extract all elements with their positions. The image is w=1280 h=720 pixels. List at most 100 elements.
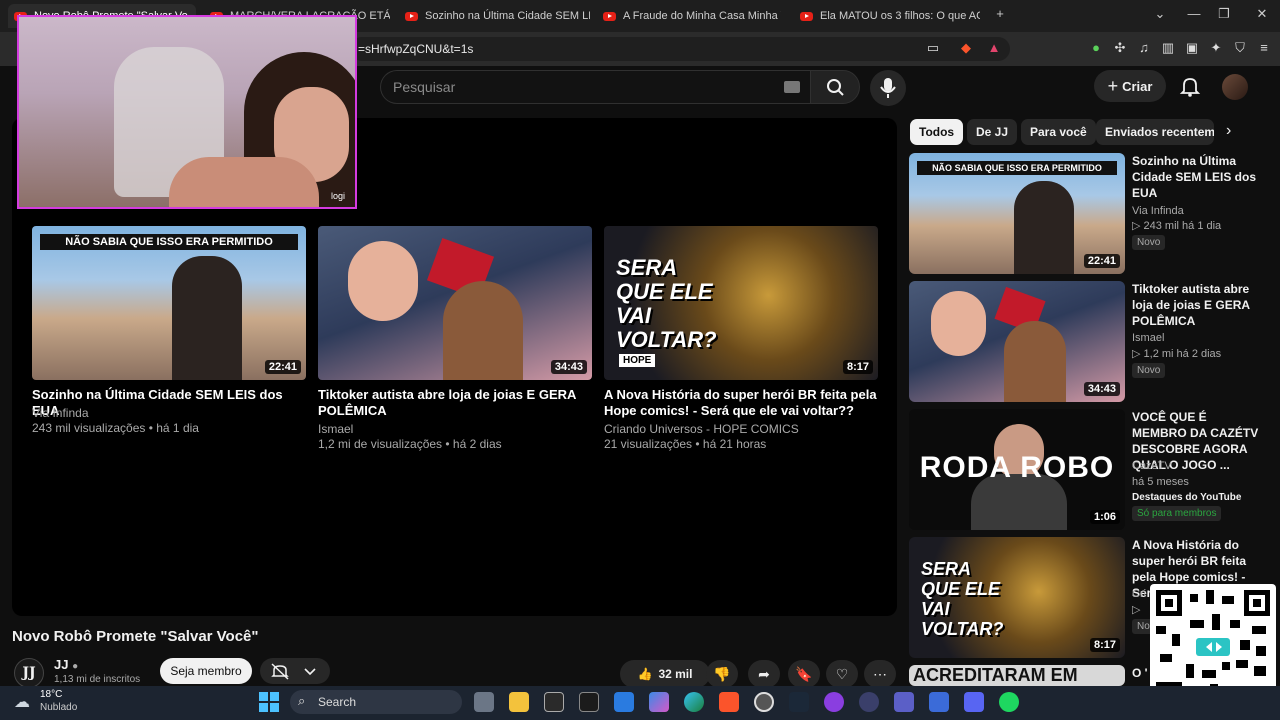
save-button[interactable]: 🔖 <box>788 660 820 688</box>
endscreen-title[interactable]: A Nova História do super herói BR feita … <box>604 387 878 419</box>
minimize-button[interactable]: — <box>1184 6 1204 21</box>
duration-badge: 8:17 <box>1089 638 1120 652</box>
chip-all[interactable]: Todos <box>910 119 964 145</box>
related-channel: Ismael <box>1132 332 1165 344</box>
chip-recent[interactable]: Enviados recentemente <box>1096 119 1214 145</box>
thumbnail-caption: NÃO SABIA QUE ISSO ERA PERMITIDO <box>917 161 1117 175</box>
endscreen-card-1[interactable]: NÃO SABIA QUE ISSO ERA PERMITIDO 22:41 <box>32 226 306 380</box>
endscreen-title[interactable]: Tiktoker autista abre loja de joias E GE… <box>318 387 592 419</box>
taskbar-search[interactable]: ⌕ Search <box>290 690 462 714</box>
windows-start-icon[interactable] <box>258 691 280 713</box>
share-icon: ➦ <box>758 666 770 682</box>
related-thumbnail[interactable]: 34:43 <box>909 281 1125 402</box>
account-avatar[interactable] <box>1222 74 1248 100</box>
bell-icon <box>1179 78 1201 97</box>
face-shape <box>931 291 986 356</box>
notifications-button[interactable] <box>1176 72 1204 100</box>
thanks-button[interactable]: ♡ <box>826 660 858 688</box>
related-thumbnail[interactable]: ACREDITARAM EM <box>909 665 1125 686</box>
obs-icon[interactable] <box>824 692 844 712</box>
spotify-icon[interactable] <box>999 692 1019 712</box>
tab-3[interactable]: Sozinho na Última Cidade SEM LEIS d… <box>405 4 590 28</box>
subscriber-count: 1,13 mi de inscritos <box>54 674 141 685</box>
media-app-icon[interactable] <box>544 692 564 712</box>
webcam-logo-text: logi <box>331 191 346 201</box>
sidebar-icon[interactable]: ▥ <box>1160 40 1176 56</box>
thumbnail-caption: ACREDITARAM EM <box>913 665 1078 685</box>
endscreen-channel: Via Infinda <box>32 406 89 420</box>
thumbnail-caption: SERA QUE ELE VAI VOLTAR? <box>616 255 717 352</box>
channel-name[interactable]: JJ ● <box>54 657 78 672</box>
app-icon[interactable] <box>754 692 774 712</box>
person-shape <box>1004 321 1066 402</box>
voice-search-button[interactable] <box>870 70 906 106</box>
chip-from-channel[interactable]: De JJ <box>967 119 1018 145</box>
tab-label: A Fraude do Minha Casa Minha Vida… <box>623 10 781 22</box>
tab-search-icon[interactable]: ⌄ <box>1150 6 1170 22</box>
search-button[interactable] <box>810 70 860 104</box>
more-icon: ⋯ <box>873 666 887 682</box>
weather-temp[interactable]: 18°C <box>40 689 62 700</box>
epic-games-icon[interactable] <box>579 692 599 712</box>
related-title[interactable]: Sozinho na Última Cidade SEM LEIS dos EU… <box>1132 153 1262 201</box>
extensions-puzzle-icon[interactable]: ✣ <box>1112 40 1128 56</box>
menu-icon[interactable]: ≡ <box>1256 40 1272 56</box>
create-button[interactable]: + Criar <box>1094 70 1166 102</box>
chip-for-you[interactable]: Para você <box>1021 119 1096 145</box>
like-button[interactable]: 👍 32 mil <box>620 660 710 688</box>
endscreen-card-2[interactable]: 34:43 <box>318 226 592 380</box>
share-button[interactable]: ➦ <box>748 660 780 688</box>
discord-icon[interactable] <box>964 692 984 712</box>
brave-shield-icon[interactable]: ◆ <box>958 40 974 56</box>
duration-badge: 22:41 <box>1083 254 1120 268</box>
extension-green-icon[interactable]: ● <box>1088 40 1104 56</box>
endscreen-card-3[interactable]: SERA QUE ELE VAI VOLTAR? HOPE 8:17 <box>604 226 878 380</box>
vpn-icon[interactable]: ⛉ <box>1232 40 1248 56</box>
file-explorer-icon[interactable] <box>509 692 529 712</box>
video-title: Novo Robô Promete "Salvar Você" <box>12 628 259 645</box>
brave-icon[interactable] <box>719 692 739 712</box>
wallet-icon[interactable]: ▣ <box>1184 40 1200 56</box>
maximize-button[interactable]: ❐ <box>1214 6 1234 22</box>
new-tab-button[interactable]: + <box>990 6 1010 21</box>
steam-icon[interactable] <box>789 692 809 712</box>
close-window-button[interactable]: ✕ <box>1252 6 1272 22</box>
cloud-weather-icon[interactable]: ☁ <box>14 692 30 712</box>
tab-label: Sozinho na Última Cidade SEM LEIS d… <box>425 10 590 22</box>
search-input[interactable]: Pesquisar <box>380 70 810 104</box>
join-button[interactable]: Seja membro <box>160 658 252 684</box>
teams-icon[interactable] <box>894 692 914 712</box>
related-title[interactable]: Tiktoker autista abre loja de joias E GE… <box>1132 281 1262 329</box>
tab-4[interactable]: A Fraude do Minha Casa Minha Vida… <box>603 4 781 28</box>
youtube-favicon-icon <box>800 11 813 21</box>
related-thumbnail[interactable]: RODA ROBO 1:06 <box>909 409 1125 530</box>
task-view-icon[interactable] <box>474 692 494 712</box>
search-icon <box>827 79 844 96</box>
shoulder-shape <box>169 157 319 207</box>
edge-icon[interactable] <box>684 692 704 712</box>
keyboard-icon[interactable] <box>784 81 800 93</box>
copilot-icon[interactable] <box>649 692 669 712</box>
more-actions-button[interactable]: ⋯ <box>864 660 896 688</box>
microsoft-store-icon[interactable] <box>614 692 634 712</box>
endscreen-stats: 21 visualizações • há 21 horas <box>604 437 767 451</box>
leo-ai-icon[interactable]: ✦ <box>1208 40 1224 56</box>
app-icon[interactable] <box>859 692 879 712</box>
related-thumbnail[interactable]: SERA QUE ELE VAI VOLTAR? 8:17 <box>909 537 1125 658</box>
subscription-bell-button[interactable] <box>260 658 330 684</box>
related-thumbnail[interactable]: NÃO SABIA QUE ISSO ERA PERMITIDO 22:41 <box>909 153 1125 274</box>
webcam-overlay: logi <box>17 15 357 209</box>
music-icon[interactable]: ♫ <box>1136 40 1152 56</box>
weather-desc: Nublado <box>40 702 78 713</box>
tab-5[interactable]: Ela MATOU os 3 filhos: O que ACONT… <box>800 4 980 28</box>
chevron-right-icon[interactable]: › <box>1226 122 1231 140</box>
dislike-button[interactable]: 👎 <box>706 660 738 688</box>
channel-avatar[interactable]: JJ <box>14 658 44 688</box>
duration-badge: 34:43 <box>1083 382 1120 396</box>
related-stats: há 5 meses <box>1132 476 1189 488</box>
cast-icon[interactable]: ▭ <box>925 40 941 56</box>
thumbs-up-icon: 👍 <box>637 667 653 681</box>
brave-rewards-icon[interactable]: ▲ <box>986 40 1002 56</box>
url-input[interactable]: =sHrfwpZqCNU&t=1s <box>350 37 1010 61</box>
text-app-icon[interactable] <box>929 692 949 712</box>
